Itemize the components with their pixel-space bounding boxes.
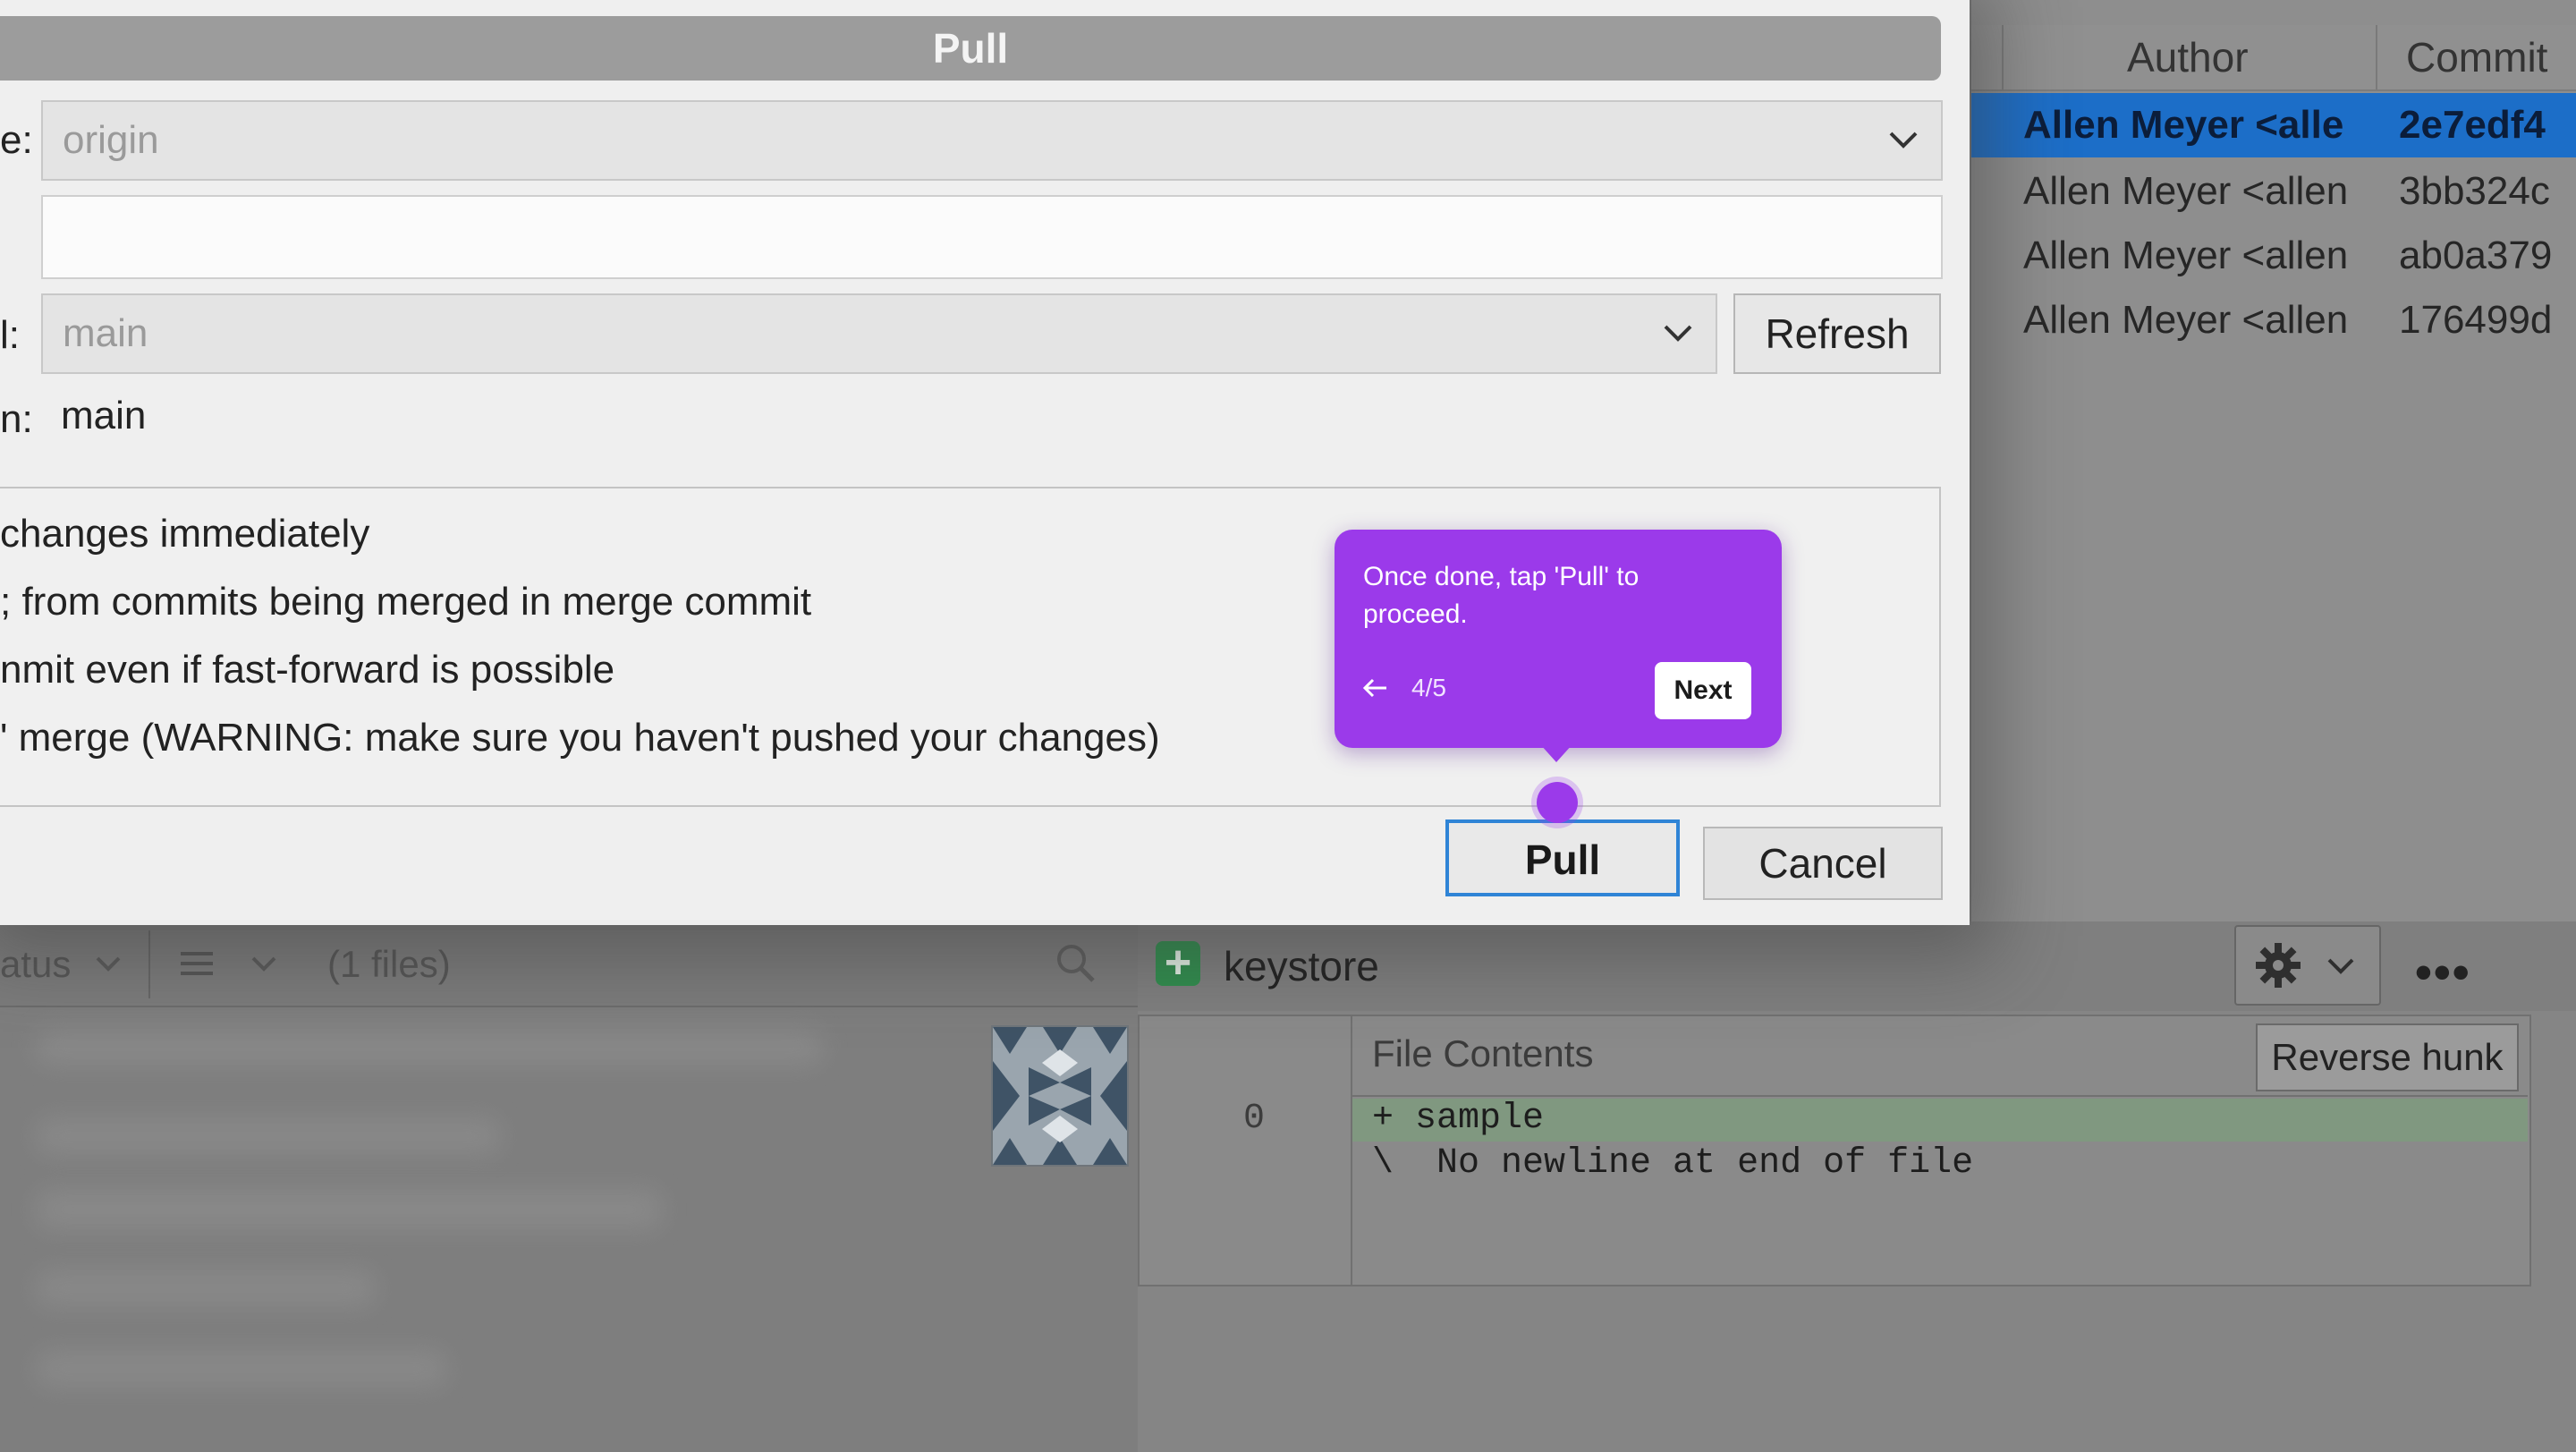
- remote-select-value: origin: [63, 118, 159, 162]
- blurred-file-entry: [36, 1118, 501, 1154]
- chevron-down-icon: [1664, 325, 1692, 342]
- dialog-title: Pull: [0, 16, 1941, 81]
- cancel-button[interactable]: Cancel: [1703, 827, 1943, 900]
- option-rebase[interactable]: ' merge (WARNING: make sure you haven't …: [0, 716, 1160, 760]
- blurred-file-entry: [36, 1029, 823, 1065]
- commit-hash: 176499d: [2399, 298, 2553, 342]
- commit-author: Allen Meyer <allen: [2023, 298, 2349, 342]
- avatar: [991, 1025, 1129, 1167]
- tooltip-step-counter: 4/5: [1411, 674, 1446, 701]
- column-header-author[interactable]: Author: [2127, 25, 2249, 89]
- tooltip-next-button[interactable]: Next: [1655, 662, 1751, 719]
- tooltip-pointer: [1540, 744, 1572, 762]
- chevron-down-icon: [1889, 132, 1918, 149]
- refresh-button[interactable]: Refresh: [1733, 293, 1941, 374]
- diff-line-added-text: + sample: [1372, 1099, 1545, 1139]
- blurred-file-entry: [36, 1190, 662, 1229]
- remote-url-field: [41, 195, 1943, 279]
- column-separator: [2376, 25, 2377, 89]
- blurred-file-entry: [36, 1270, 376, 1306]
- commit-author: Allen Meyer <allen: [2023, 169, 2349, 213]
- option-include-messages[interactable]: ; from commits being merged in merge com…: [0, 580, 811, 624]
- local-branch-value: main: [61, 394, 147, 437]
- list-view-icon[interactable]: [179, 947, 215, 982]
- reverse-hunk-button[interactable]: Reverse hunk: [2256, 1023, 2519, 1091]
- option-create-new-commit[interactable]: nmit even if fast-forward is possible: [0, 648, 614, 692]
- search-icon[interactable]: [1054, 941, 1097, 984]
- commit-row[interactable]: Allen Meyer <allen 176499d: [1971, 288, 2576, 352]
- commit-row[interactable]: Allen Meyer <alle 2e7edf4: [1971, 93, 2576, 157]
- file-contents-label: File Contents: [1372, 1032, 1594, 1074]
- tour-hotspot-dot[interactable]: [1537, 782, 1578, 823]
- blurred-file-entry: [36, 1351, 447, 1387]
- local-branch-label: n:: [0, 397, 33, 441]
- commit-row[interactable]: Allen Meyer <allen 3bb324c: [1971, 159, 2576, 224]
- gear-icon: [2256, 943, 2301, 988]
- arrow-left-icon[interactable]: [1360, 673, 1390, 703]
- diff-file-name: keystore: [1224, 943, 1379, 989]
- commit-hash: 2e7edf4: [2399, 103, 2546, 147]
- remote-branch-value: main: [63, 311, 148, 355]
- file-list-toolbar: [0, 921, 1138, 1007]
- sort-status-dropdown[interactable]: atus: [0, 943, 71, 986]
- more-options-icon[interactable]: •••: [2415, 945, 2471, 1000]
- remote-select[interactable]: origin: [41, 100, 1943, 181]
- chevron-down-icon: [96, 956, 121, 972]
- remote-label: e:: [0, 118, 33, 162]
- commit-hash: 3bb324c: [2399, 169, 2550, 213]
- option-commit-immediately[interactable]: changes immediately: [0, 512, 369, 556]
- file-added-icon: +: [1156, 939, 1200, 986]
- column-separator: [2002, 25, 2004, 89]
- remote-branch-label: l:: [0, 313, 20, 357]
- column-header-commit[interactable]: Commit: [2406, 25, 2547, 89]
- commit-author: Allen Meyer <alle: [2023, 103, 2344, 147]
- chevron-down-icon: [2327, 958, 2354, 974]
- chevron-down-icon[interactable]: [250, 954, 277, 975]
- file-count: (1 files): [327, 943, 451, 985]
- commit-row[interactable]: Allen Meyer <allen ab0a379: [1971, 224, 2576, 288]
- diff-line-note-text: \ No newline at end of file: [1372, 1143, 1974, 1184]
- toolbar-divider: [148, 930, 150, 998]
- pull-button[interactable]: Pull: [1445, 819, 1680, 896]
- diff-settings-button[interactable]: [2234, 925, 2381, 1006]
- line-number: 0: [1243, 1099, 1266, 1139]
- diff-gutter: [1138, 1015, 1352, 1285]
- commit-author: Allen Meyer <allen: [2023, 234, 2349, 277]
- remote-branch-select[interactable]: main: [41, 293, 1717, 374]
- tooltip-text: Once done, tap 'Pull' to proceed.: [1363, 562, 1640, 629]
- commit-hash: ab0a379: [2399, 234, 2553, 277]
